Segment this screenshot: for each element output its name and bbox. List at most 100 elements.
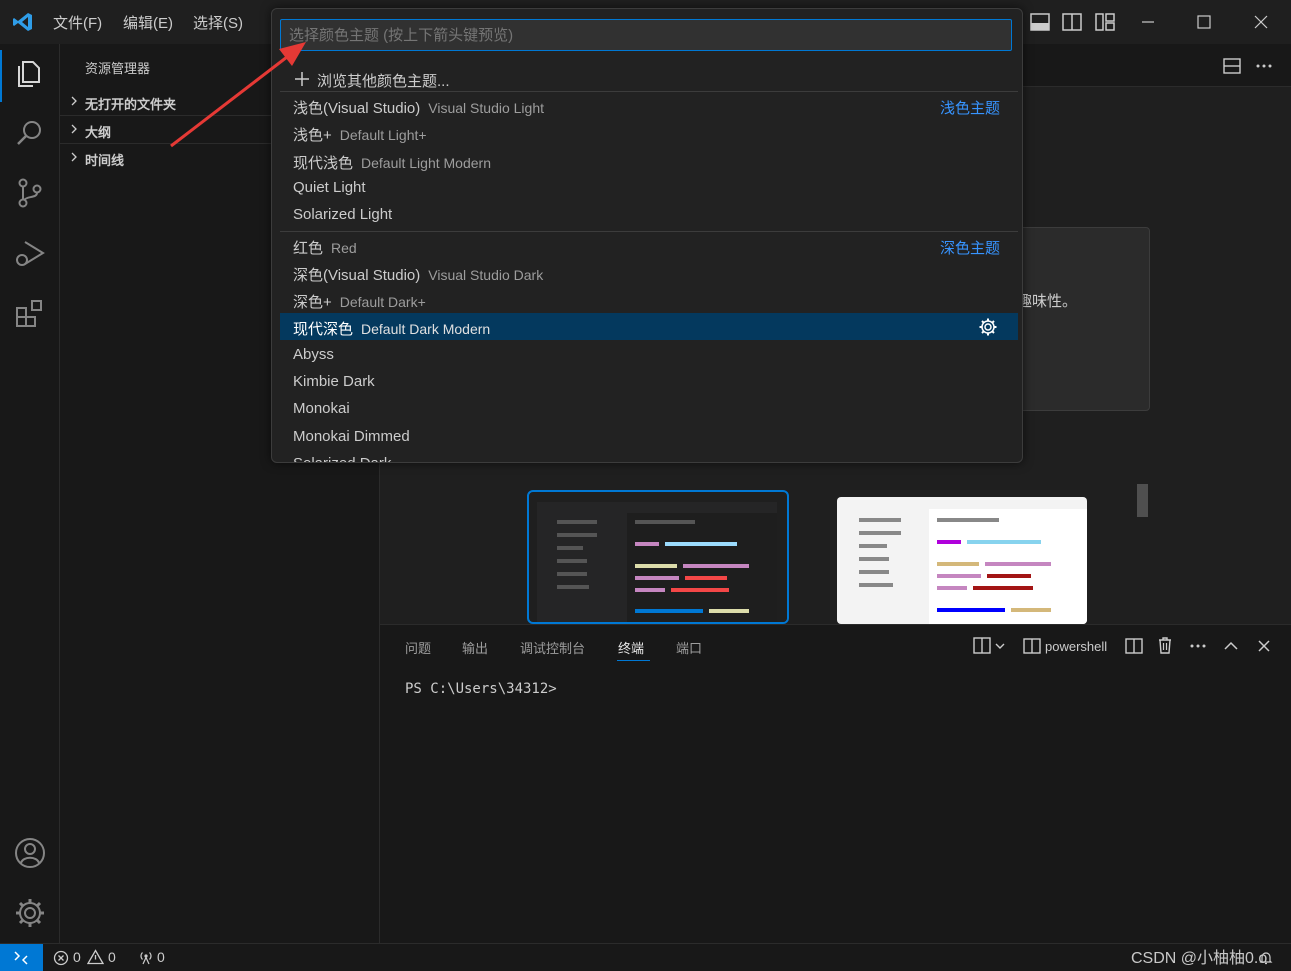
tab-ports[interactable]: 端口 bbox=[676, 638, 702, 657]
chevron-right-icon bbox=[71, 96, 77, 106]
remote-icon bbox=[14, 951, 28, 965]
run-debug-icon[interactable] bbox=[13, 236, 47, 270]
theme-item-label: Monokai Dimmed bbox=[293, 428, 410, 445]
theme-description: Default Light+ bbox=[339, 127, 427, 144]
light-theme-thumbnail bbox=[837, 497, 1087, 624]
theme-item-label: Abyss bbox=[293, 346, 334, 363]
theme-item-label: 深色(Visual Studio) Visual Studio Dark bbox=[293, 264, 543, 285]
close-window-icon[interactable] bbox=[1249, 10, 1273, 34]
dark-theme-thumbnail bbox=[533, 496, 787, 622]
theme-item[interactable]: Kimbie Dark bbox=[280, 368, 1018, 395]
maximize-icon[interactable] bbox=[1192, 10, 1216, 34]
sidebar-title: 资源管理器 bbox=[85, 61, 151, 76]
theme-item[interactable]: Monokai Dimmed bbox=[280, 423, 1018, 450]
sidebar-section-label: 无打开的文件夹 bbox=[85, 97, 177, 112]
theme-name: 红色 bbox=[293, 239, 324, 257]
theme-item-label: Quiet Light bbox=[293, 179, 366, 196]
light-theme-preview[interactable] bbox=[837, 497, 1087, 624]
theme-name: 浅色+ bbox=[293, 127, 332, 145]
ports-broadcast-icon bbox=[140, 952, 152, 965]
error-count[interactable]: 0 bbox=[73, 949, 81, 965]
theme-name: 深色(Visual Studio) bbox=[293, 266, 421, 284]
theme-item[interactable]: 深色+ Default Dark+ bbox=[280, 286, 1018, 313]
theme-group-label: 深色主题 bbox=[939, 239, 1000, 257]
tab-debug-console[interactable]: 调试控制台 bbox=[520, 638, 585, 657]
notifications-bell-icon[interactable] bbox=[1258, 950, 1274, 966]
theme-description: Visual Studio Light bbox=[428, 100, 544, 116]
add-icon bbox=[295, 72, 309, 86]
customize-layout-icon[interactable] bbox=[1093, 10, 1117, 34]
maximize-panel-icon[interactable] bbox=[1221, 636, 1241, 656]
explorer-icon[interactable] bbox=[13, 56, 47, 90]
theme-item[interactable]: 现代深色 Default Dark Modern bbox=[280, 313, 1018, 341]
theme-name: 现代浅色 bbox=[293, 154, 354, 172]
theme-name: Kimbie Dark bbox=[293, 373, 375, 390]
theme-description: Default Light Modern bbox=[361, 154, 491, 171]
theme-item[interactable]: Monokai bbox=[280, 395, 1018, 422]
accounts-icon[interactable] bbox=[13, 836, 47, 870]
browse-themes-label: 浏览其他颜色主题... bbox=[317, 73, 450, 90]
extensions-icon[interactable] bbox=[13, 296, 47, 330]
activity-bar bbox=[0, 44, 60, 943]
theme-name: Monokai bbox=[293, 400, 350, 418]
split-terminal-icon[interactable] bbox=[1124, 636, 1144, 656]
theme-item[interactable]: Solarized Dark bbox=[280, 450, 1018, 462]
theme-name: 现代深色 bbox=[293, 321, 354, 339]
theme-search-input[interactable] bbox=[280, 19, 1012, 51]
theme-item[interactable]: 浅色(Visual Studio) Visual Studio Light 浅色主题 bbox=[280, 92, 1018, 119]
theme-item[interactable]: 深色(Visual Studio) Visual Studio Dark bbox=[280, 259, 1018, 286]
theme-description: Visual Studio Dark bbox=[428, 266, 544, 283]
theme-item-label: Solarized Light bbox=[293, 206, 392, 223]
theme-item-label: 红色 Red bbox=[293, 237, 357, 258]
theme-item-label: 现代浅色 Default Light Modern bbox=[293, 152, 491, 173]
tab-problems[interactable]: 问题 bbox=[405, 638, 431, 657]
card-text: 趣味性。 bbox=[1017, 293, 1078, 310]
theme-item-label: 深色+ Default Dark+ bbox=[293, 291, 426, 312]
menu-file[interactable]: 文件(F) bbox=[53, 12, 102, 33]
tab-terminal[interactable]: 终端 bbox=[618, 638, 644, 657]
more-actions-icon[interactable] bbox=[1188, 636, 1208, 656]
tab-output[interactable]: 输出 bbox=[462, 638, 488, 657]
color-theme-quick-pick: 浏览其他颜色主题... 浅色(Visual Studio) Visual Stud… bbox=[271, 8, 1023, 463]
browse-themes-item[interactable]: 浏览其他颜色主题... bbox=[280, 65, 1018, 92]
scrollbar-thumb[interactable] bbox=[1137, 484, 1148, 517]
menu-selection[interactable]: 选择(S) bbox=[193, 12, 243, 33]
theme-item[interactable]: 浅色+ Default Light+ bbox=[280, 119, 1018, 146]
theme-item[interactable]: Abyss bbox=[280, 341, 1018, 368]
toggle-panel-icon[interactable] bbox=[1028, 10, 1052, 34]
theme-item[interactable]: 现代浅色 Default Light Modern bbox=[280, 147, 1018, 174]
dark-theme-preview[interactable] bbox=[527, 490, 789, 624]
status-bar: 0 0 0 CSDN @小柚柚0.o bbox=[0, 943, 1291, 971]
toggle-secondary-sidebar-icon[interactable] bbox=[1060, 10, 1084, 34]
terminal-prompt[interactable]: PS C:\Users\34312> bbox=[405, 681, 557, 697]
theme-name: 浅色(Visual Studio) bbox=[293, 100, 421, 117]
source-control-icon[interactable] bbox=[13, 176, 47, 210]
theme-item-label: 现代深色 Default Dark Modern bbox=[293, 318, 490, 339]
sidebar-section-label: 时间线 bbox=[85, 153, 125, 168]
theme-item[interactable]: Solarized Light bbox=[280, 201, 1018, 228]
warning-count[interactable]: 0 bbox=[108, 949, 116, 965]
search-icon[interactable] bbox=[13, 116, 47, 150]
manage-theme-gear-icon[interactable] bbox=[978, 317, 998, 337]
close-panel-icon[interactable] bbox=[1254, 636, 1274, 656]
terminal-name[interactable]: powershell bbox=[1045, 639, 1107, 654]
more-actions-icon[interactable] bbox=[1254, 56, 1274, 76]
theme-item[interactable]: Quiet Light bbox=[280, 174, 1018, 201]
theme-name: Quiet Light bbox=[293, 178, 366, 196]
theme-description: Default Dark Modern bbox=[361, 321, 491, 338]
theme-name: Solarized Light bbox=[293, 206, 393, 224]
theme-item-label: Kimbie Dark bbox=[293, 373, 375, 390]
menu-edit[interactable]: 编辑(E) bbox=[123, 12, 173, 33]
remote-indicator[interactable] bbox=[0, 944, 43, 971]
manage-gear-icon[interactable] bbox=[13, 896, 47, 930]
warning-icon bbox=[87, 949, 104, 965]
split-terminal-dropdown-icon[interactable] bbox=[972, 635, 1010, 657]
minimize-icon[interactable] bbox=[1136, 10, 1160, 34]
theme-item-label: Monokai bbox=[293, 400, 350, 417]
theme-name: Abyss bbox=[293, 345, 334, 363]
split-editor-icon[interactable] bbox=[1222, 56, 1242, 76]
error-icon bbox=[53, 950, 69, 966]
trash-icon[interactable] bbox=[1155, 635, 1175, 655]
ports-count[interactable]: 0 bbox=[157, 949, 165, 965]
theme-item[interactable]: 红色 Red 深色主题 bbox=[280, 232, 1018, 259]
